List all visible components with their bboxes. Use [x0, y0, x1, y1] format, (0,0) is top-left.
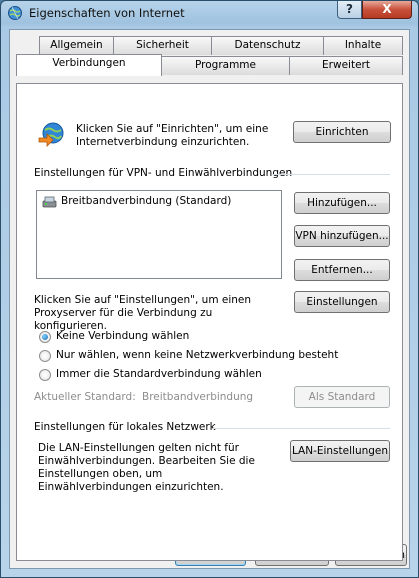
add-connection-button[interactable]: Hinzufügen...: [294, 192, 390, 214]
add-vpn-button[interactable]: VPN hinzufügen...: [294, 225, 390, 247]
tab-page-verbindungen: Klicken Sie auf "Einrichten", um eine In…: [16, 83, 403, 561]
proxy-settings-button[interactable]: Einstellungen: [294, 291, 390, 313]
connections-listbox[interactable]: Breitbandverbindung (Standard): [36, 190, 282, 279]
internet-options-icon: [8, 6, 22, 20]
vpn-heading-divider: [272, 174, 390, 175]
current-default-label: Aktueller Standard:: [34, 391, 136, 403]
setup-description: Klicken Sie auf "Einrichten", um eine In…: [76, 123, 269, 148]
tab-allgemein[interactable]: Allgemein: [39, 36, 114, 55]
globe-connection-icon: [38, 122, 64, 147]
radio-label: Immer die Standardverbindung wählen: [56, 368, 262, 380]
close-button[interactable]: X: [362, 1, 412, 19]
title-bar[interactable]: Eigenschaften von Internet ? X: [1, 1, 418, 25]
tab-verbindungen[interactable]: Verbindungen: [16, 54, 162, 76]
setup-button[interactable]: Einrichten: [293, 121, 391, 143]
radio-button[interactable]: [39, 369, 51, 381]
radio-label: Nur wählen, wenn keine Netzwerkverbindun…: [56, 349, 339, 361]
radio-button[interactable]: [39, 350, 51, 362]
current-default-value: Breitbandverbindung: [142, 391, 254, 403]
proxy-settings-description: Klicken Sie auf "Einstellungen", um eine…: [34, 294, 252, 332]
tab-inhalte[interactable]: Inhalte: [323, 36, 403, 55]
broadband-connection-icon: [42, 196, 57, 208]
lan-settings-button[interactable]: LAN-Einstellungen: [290, 440, 390, 462]
radio-label: Keine Verbindung wählen: [56, 330, 190, 342]
dial-option-when-no-network[interactable]: Nur wählen, wenn keine Netzwerkverbindun…: [39, 349, 369, 363]
dial-option-always[interactable]: Immer die Standardverbindung wählen: [39, 368, 339, 382]
vpn-section-heading: Einstellungen für VPN- und Einwählverbin…: [34, 167, 293, 179]
help-button[interactable]: ?: [337, 1, 362, 19]
list-item-label: Breitbandverbindung (Standard): [61, 195, 232, 207]
dialog-window: Eigenschaften von Internet ? X Allgemein…: [0, 0, 419, 578]
dial-option-never[interactable]: Keine Verbindung wählen: [39, 330, 339, 344]
dialog-client-area: Allgemein Sicherheit Datenschutz Inhalte…: [9, 29, 410, 569]
radio-button[interactable]: [39, 331, 51, 343]
list-item[interactable]: Breitbandverbindung (Standard): [40, 194, 278, 210]
tab-datenschutz[interactable]: Datenschutz: [211, 36, 324, 55]
tab-sicherheit[interactable]: Sicherheit: [113, 36, 212, 55]
lan-description: Die LAN-Einstellungen gelten nicht für E…: [38, 442, 255, 493]
remove-connection-button[interactable]: Entfernen...: [294, 259, 390, 281]
set-default-button[interactable]: Als Standard: [294, 386, 390, 408]
lan-section-heading: Einstellungen für lokales Netzwerk: [34, 421, 216, 433]
window-title: Eigenschaften von Internet: [29, 6, 185, 20]
tab-programme[interactable]: Programme: [161, 56, 290, 75]
lan-heading-divider: [213, 428, 390, 429]
tab-erweitert[interactable]: Erweitert: [289, 56, 403, 75]
